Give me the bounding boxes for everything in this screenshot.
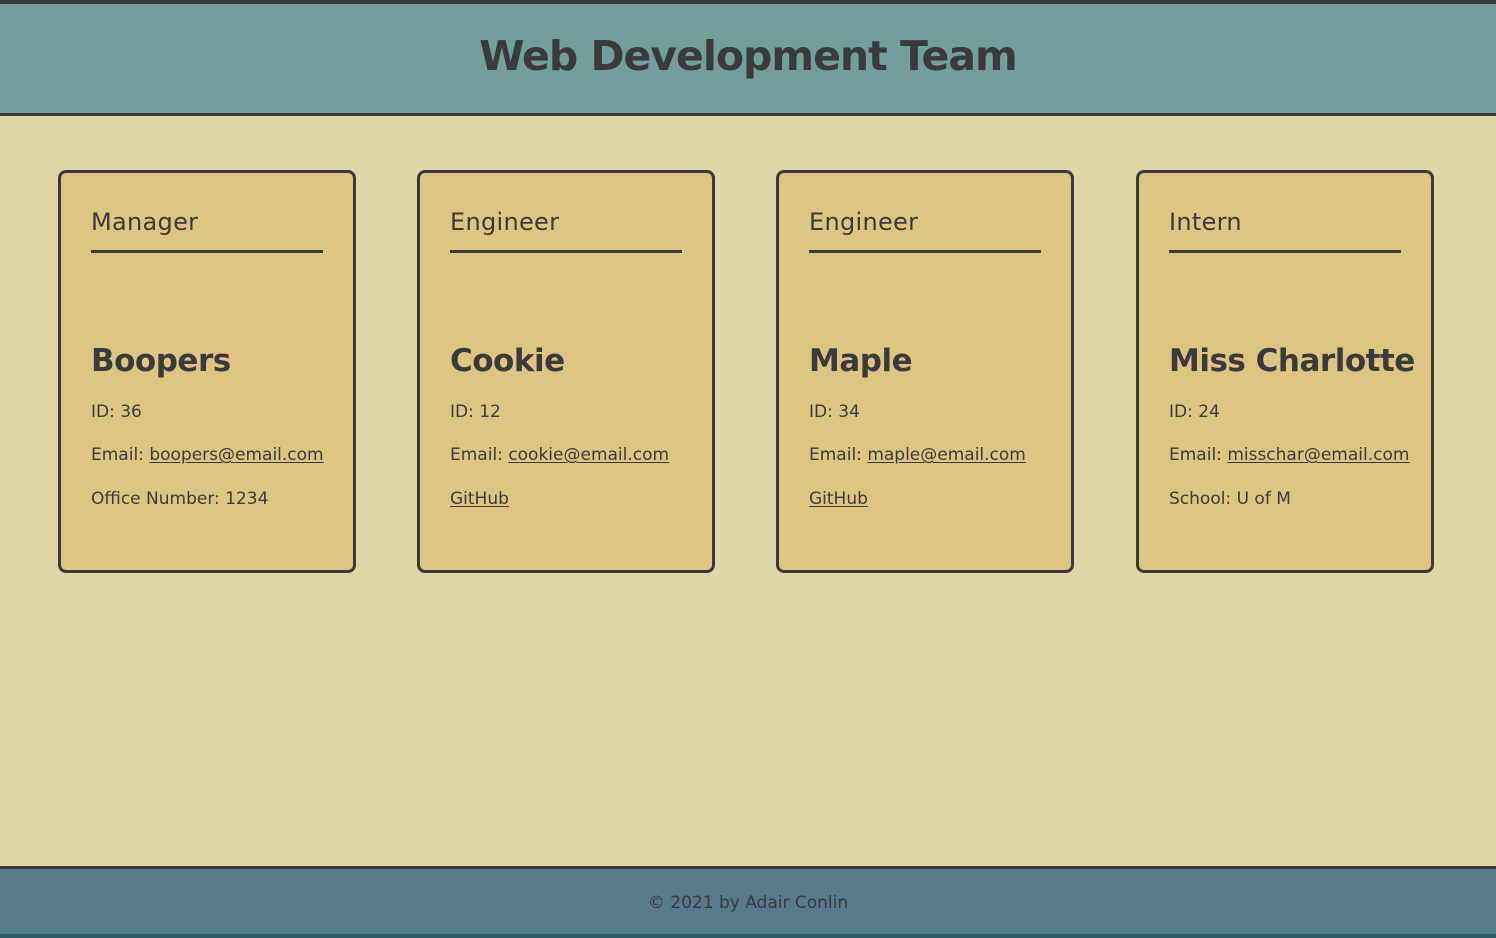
email-label: Email: (1169, 445, 1222, 465)
employee-card-manager: Manager Boopers ID: 36 Email: boopers@em… (58, 170, 356, 573)
github-link[interactable]: GitHub (809, 489, 868, 509)
employee-role: Engineer (450, 208, 560, 236)
employee-email-line: Email: maple@email.com (809, 444, 1041, 466)
page-header: Web Development Team (0, 4, 1496, 116)
email-link[interactable]: maple@email.com (867, 445, 1026, 465)
github-link[interactable]: GitHub (450, 489, 509, 509)
bottom-border (0, 934, 1496, 938)
page-title: Web Development Team (479, 31, 1017, 80)
employee-role: Intern (1169, 208, 1242, 236)
employee-card-engineer: Engineer Cookie ID: 12 Email: cookie@ema… (417, 170, 715, 573)
employee-card-engineer: Engineer Maple ID: 34 Email: maple@email… (776, 170, 1074, 573)
office-number: Office Number: 1234 (91, 489, 269, 509)
employee-name: Cookie (450, 343, 565, 379)
role-divider (450, 250, 682, 253)
team-cards-area: Manager Boopers ID: 36 Email: boopers@em… (0, 119, 1496, 868)
employee-email-line: Email: misschar@email.com (1169, 444, 1409, 466)
employee-email-line: Email: boopers@email.com (91, 444, 324, 466)
employee-id: ID: 12 (450, 402, 501, 422)
employee-id: ID: 34 (809, 402, 860, 422)
email-label: Email: (809, 445, 862, 465)
employee-name: Maple (809, 343, 913, 379)
github-line: GitHub (809, 488, 1041, 510)
role-divider (91, 250, 323, 253)
copyright-text: © 2021 by Adair Conlin (647, 892, 849, 913)
page-footer: © 2021 by Adair Conlin (0, 866, 1496, 936)
github-line: GitHub (450, 488, 682, 510)
email-label: Email: (91, 445, 144, 465)
employee-role: Manager (91, 208, 199, 236)
employee-email-line: Email: cookie@email.com (450, 444, 682, 466)
email-label: Email: (450, 445, 503, 465)
employee-name: Miss Charlotte (1169, 343, 1415, 379)
employee-name: Boopers (91, 343, 231, 379)
employee-id: ID: 36 (91, 402, 142, 422)
role-divider (809, 250, 1041, 253)
employee-card-intern: Intern Miss Charlotte ID: 24 Email: miss… (1136, 170, 1434, 573)
email-link[interactable]: misschar@email.com (1227, 445, 1409, 465)
role-divider (1169, 250, 1401, 253)
school: School: U of M (1169, 489, 1291, 509)
employee-id: ID: 24 (1169, 402, 1220, 422)
email-link[interactable]: boopers@email.com (149, 445, 323, 465)
employee-role: Engineer (809, 208, 919, 236)
email-link[interactable]: cookie@email.com (508, 445, 669, 465)
